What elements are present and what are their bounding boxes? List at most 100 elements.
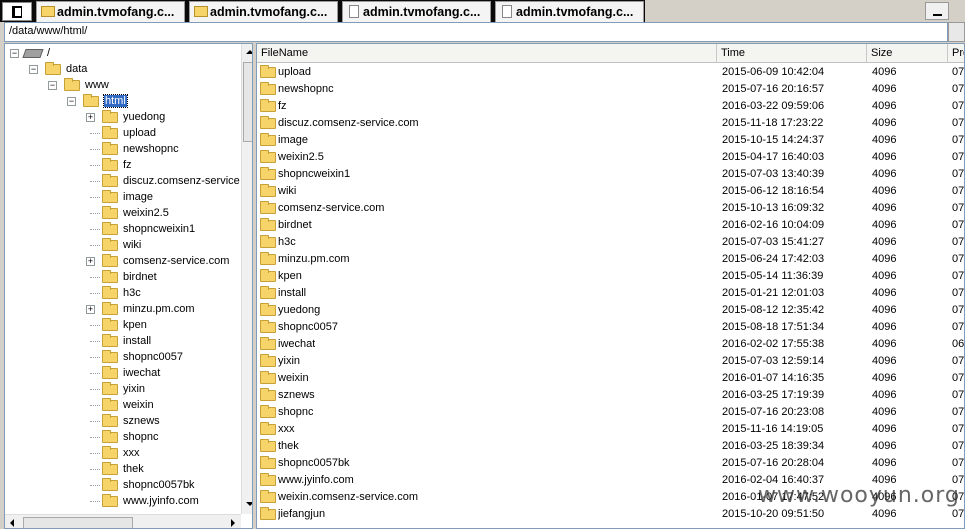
tree-node[interactable]: + comsenz-service.com [5,254,241,270]
tab-3[interactable]: admin.tvmofang.c... [342,1,491,22]
column-time[interactable]: Time [717,44,867,63]
file-row[interactable]: xxx 2015-11-16 14:19:05 4096 07 [257,421,964,438]
scroll-right-icon[interactable] [231,519,235,527]
file-row[interactable]: weixin2.5 2015-04-17 16:40:03 4096 07 [257,149,964,166]
file-row[interactable]: iwechat 2016-02-02 17:55:38 4096 06 [257,336,964,353]
tree-node[interactable]: weixin2.5 [5,206,241,222]
tree-vertical-scroll-thumb[interactable] [243,62,252,142]
file-row[interactable]: weixin 2016-01-07 14:16:35 4096 07 [257,370,964,387]
tree-node[interactable]: sznews [5,414,241,430]
tree-node[interactable]: upload [5,126,241,142]
file-row[interactable]: shopnc 2015-07-16 20:23:08 4096 07 [257,404,965,421]
file-row[interactable]: shopncweixin1 2015-07-03 13:40:39 4096 07 [257,166,964,183]
file-time: 2015-07-16 20:16:57 [722,83,825,95]
file-row[interactable]: comsenz-service.com 2015-10-13 16:09:32 40… [257,200,964,217]
tree-node[interactable]: h3c [5,286,241,302]
column-filename[interactable]: FileName [257,44,717,63]
file-time: 2015-10-15 14:24:37 [722,134,825,146]
folder-icon [102,126,118,139]
file-row[interactable]: h3c 2015-07-03 15:41:27 4096 07 [257,234,964,251]
file-size: 4096 [872,117,897,129]
file-row[interactable]: kpen 2015-05-14 11:36:39 4096 07 [257,268,964,285]
file-property: 07 [952,389,965,401]
tree-node[interactable]: birdnet [5,270,241,286]
tree-node-label: shopncweixin1 [123,223,196,235]
tree-node[interactable]: kpen [5,318,241,334]
file-row[interactable]: shopnc0057 2015-08-18 17:51:34 4096 07 [257,319,965,336]
file-size: 4096 [872,406,897,418]
tree-node[interactable]: + yuedong [5,110,241,126]
tree-node[interactable]: discuz.comsenz-service [5,174,241,190]
column-property[interactable]: Pro [948,44,964,63]
tree-node[interactable]: install [5,334,241,350]
column-size[interactable]: Size [867,44,948,63]
expand-icon[interactable]: + [86,257,95,266]
tree-node[interactable]: shopnc0057 [5,350,241,366]
collapse-icon[interactable]: − [29,65,38,74]
file-row[interactable]: jiefangjun 2015-10-20 09:51:50 4096 07 [257,506,964,523]
tab-4[interactable]: admin.tvmofang.c... [495,1,644,22]
tree-node-label: birdnet [123,271,157,283]
tree-horizontal-scrollbar[interactable] [5,514,241,528]
file-size: 4096 [872,287,897,299]
file-row[interactable]: thek 2016-03-25 18:39:34 4096 07 [257,438,964,455]
scroll-left-icon[interactable] [10,519,14,527]
tree-node[interactable]: iwechat [5,366,241,382]
folder-icon [260,490,276,503]
path-dropdown-button[interactable] [948,22,965,42]
file-row[interactable]: yixin 2015-07-03 12:59:14 4096 07 [257,353,964,370]
tree-node[interactable]: thek [5,462,241,478]
tree-node[interactable]: wiki [5,238,241,254]
file-property: 07 [952,117,965,129]
tree-node[interactable]: image [5,190,241,206]
file-time: 2016-02-16 10:04:09 [722,219,825,231]
tab-label: admin.tvmofang.c... [57,5,175,19]
tree-node[interactable]: fz [5,158,241,174]
tree-horizontal-scroll-thumb[interactable] [23,517,133,528]
tree-node[interactable]: xxx [5,446,241,462]
tree-node[interactable]: shopnc [5,430,241,446]
tree-connector [90,341,100,342]
collapse-icon[interactable]: − [67,97,76,106]
file-row[interactable]: wiki 2015-06-12 18:16:54 4096 07 [257,183,964,200]
tab-2[interactable]: admin.tvmofang.c... [189,1,338,22]
file-row[interactable]: image 2015-10-15 14:24:37 4096 07 [257,132,964,149]
tree-node[interactable]: weixin [5,398,241,414]
file-row[interactable]: fz 2016-03-22 09:59:06 4096 07 [257,98,964,115]
file-row[interactable]: install 2015-01-21 12:01:03 4096 07 [257,285,964,302]
tree-node[interactable]: − www [5,78,241,94]
tree-node[interactable]: − html [5,94,241,110]
tree-node[interactable]: newshopnc [5,142,241,158]
tree-node[interactable]: yixin [5,382,241,398]
collapse-icon[interactable]: − [10,49,19,58]
minimize-button[interactable] [925,2,949,20]
file-row[interactable]: sznews 2016-03-25 17:19:39 4096 07 [257,387,965,404]
expand-icon[interactable]: + [86,305,95,314]
file-row[interactable]: yuedong 2015-08-12 12:35:42 4096 07 [257,302,964,319]
tree-node[interactable]: www.jyinfo.com [5,494,241,510]
tree-vertical-scrollbar[interactable] [241,44,252,514]
scroll-down-icon[interactable] [246,502,252,506]
file-property: 07 [952,406,965,418]
tab-1[interactable]: admin.tvmofang.c... [36,1,185,22]
tree-node-label: www [85,79,109,91]
file-name: h3c [278,236,296,248]
tree-node[interactable]: shopnc0057bk [5,478,241,494]
collapse-icon[interactable]: − [48,81,57,90]
file-row[interactable]: minzu.pm.com 2015-06-24 17:42:03 4096 07 [257,251,964,268]
tree-node[interactable]: − / [5,46,241,62]
file-row[interactable]: upload 2015-06-09 10:42:04 4096 07 [257,64,964,81]
tree-node[interactable]: − data [5,62,241,78]
panel-toggle-button[interactable] [2,2,32,21]
expand-icon[interactable]: + [86,113,95,122]
path-input[interactable]: /data/www/html/ [4,22,948,42]
tree-node[interactable]: shopncweixin1 [5,222,241,238]
file-row[interactable]: birdnet 2016-02-16 10:04:09 4096 07 [257,217,964,234]
scroll-up-icon[interactable] [246,50,252,54]
file-row[interactable]: shopnc0057bk 2015-07-16 20:28:04 4096 07 [257,455,964,472]
file-row[interactable]: discuz.comsenz-service.com 2015-11-18 17:… [257,115,965,132]
file-time: 2015-01-21 12:01:03 [722,287,825,299]
file-row[interactable]: newshopnc 2015-07-16 20:16:57 4096 07 [257,81,964,98]
file-property: 07 [952,321,965,333]
tree-node[interactable]: + minzu.pm.com [5,302,241,318]
